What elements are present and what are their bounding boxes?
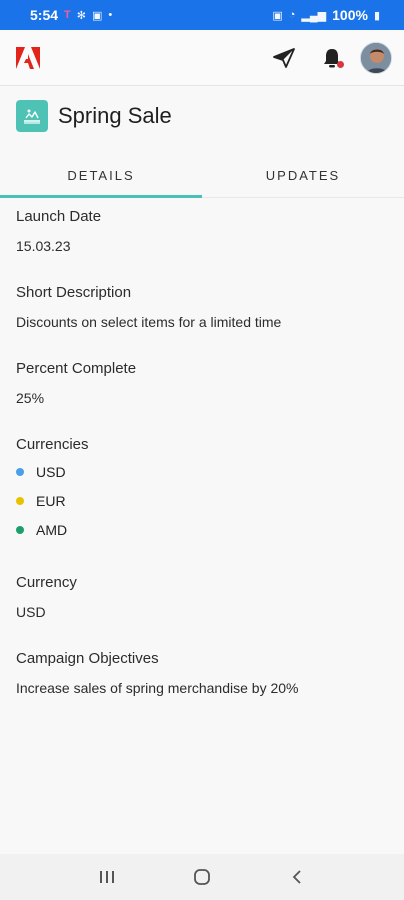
battery-icon: ▮ <box>373 9 380 22</box>
notifications-icon[interactable] <box>312 38 352 78</box>
details-panel: Launch Date 15.03.23 Short Description D… <box>16 208 388 726</box>
project-header: Spring Sale <box>16 100 172 132</box>
send-icon[interactable] <box>264 38 304 78</box>
campaign-objectives-label: Campaign Objectives <box>16 650 159 667</box>
project-icon <box>16 100 48 132</box>
signal-icon: ▂▄▆ <box>301 9 327 22</box>
currency-name: EUR <box>36 492 66 509</box>
campaign-objectives-value: Increase sales of spring merchandise by … <box>16 680 299 696</box>
currency-value: USD <box>16 604 46 620</box>
percent-complete-value: 25% <box>16 390 45 406</box>
notification-badge <box>337 60 344 68</box>
tab-updates[interactable]: UPDATES <box>202 154 404 197</box>
currency-color-dot <box>16 467 24 476</box>
list-item: AMD <box>16 515 388 544</box>
avatar[interactable] <box>360 41 392 74</box>
launch-date-label: Launch Date <box>16 208 102 225</box>
currencies-label: Currencies <box>16 436 89 453</box>
tab-details[interactable]: DETAILS <box>0 154 202 198</box>
currency-name: AMD <box>36 521 68 538</box>
short-description-value: Discounts on select items for a limited … <box>16 314 282 330</box>
launch-date-value: 15.03.23 <box>16 238 71 254</box>
system-nav-bar <box>0 854 404 900</box>
adobe-logo-icon[interactable] <box>14 44 42 72</box>
alarm-icon: ▣ <box>272 9 283 22</box>
page-title: Spring Sale <box>58 103 172 128</box>
currency-color-dot <box>16 525 24 534</box>
teams-icon: ▣ <box>91 9 103 22</box>
status-bar: 5:54 T ✻ ▣ • ▣ ◔ ▂▄▆ 100% ▮ <box>0 0 404 30</box>
list-item: EUR <box>16 486 388 515</box>
currencies-list: USD EUR AMD <box>16 457 388 544</box>
currency-label: Currency <box>16 574 77 591</box>
dot-icon: • <box>108 9 113 21</box>
short-description-label: Short Description <box>16 284 132 301</box>
tab-bar: DETAILS UPDATES <box>0 154 404 198</box>
currency-name: USD <box>36 463 66 480</box>
battery-percent: 100% <box>332 7 368 23</box>
status-time: 5:54 <box>30 7 59 23</box>
t-mobile-icon: T <box>64 9 71 21</box>
settings-icon: ✻ <box>76 9 86 22</box>
percent-complete-label: Percent Complete <box>16 360 137 377</box>
app-bar <box>0 30 404 86</box>
home-icon[interactable] <box>182 857 222 897</box>
wifi-icon: ◔ <box>288 9 296 21</box>
list-item: USD <box>16 457 388 486</box>
recent-apps-icon[interactable] <box>87 857 127 897</box>
back-icon[interactable] <box>277 857 317 897</box>
currency-color-dot <box>16 496 24 505</box>
